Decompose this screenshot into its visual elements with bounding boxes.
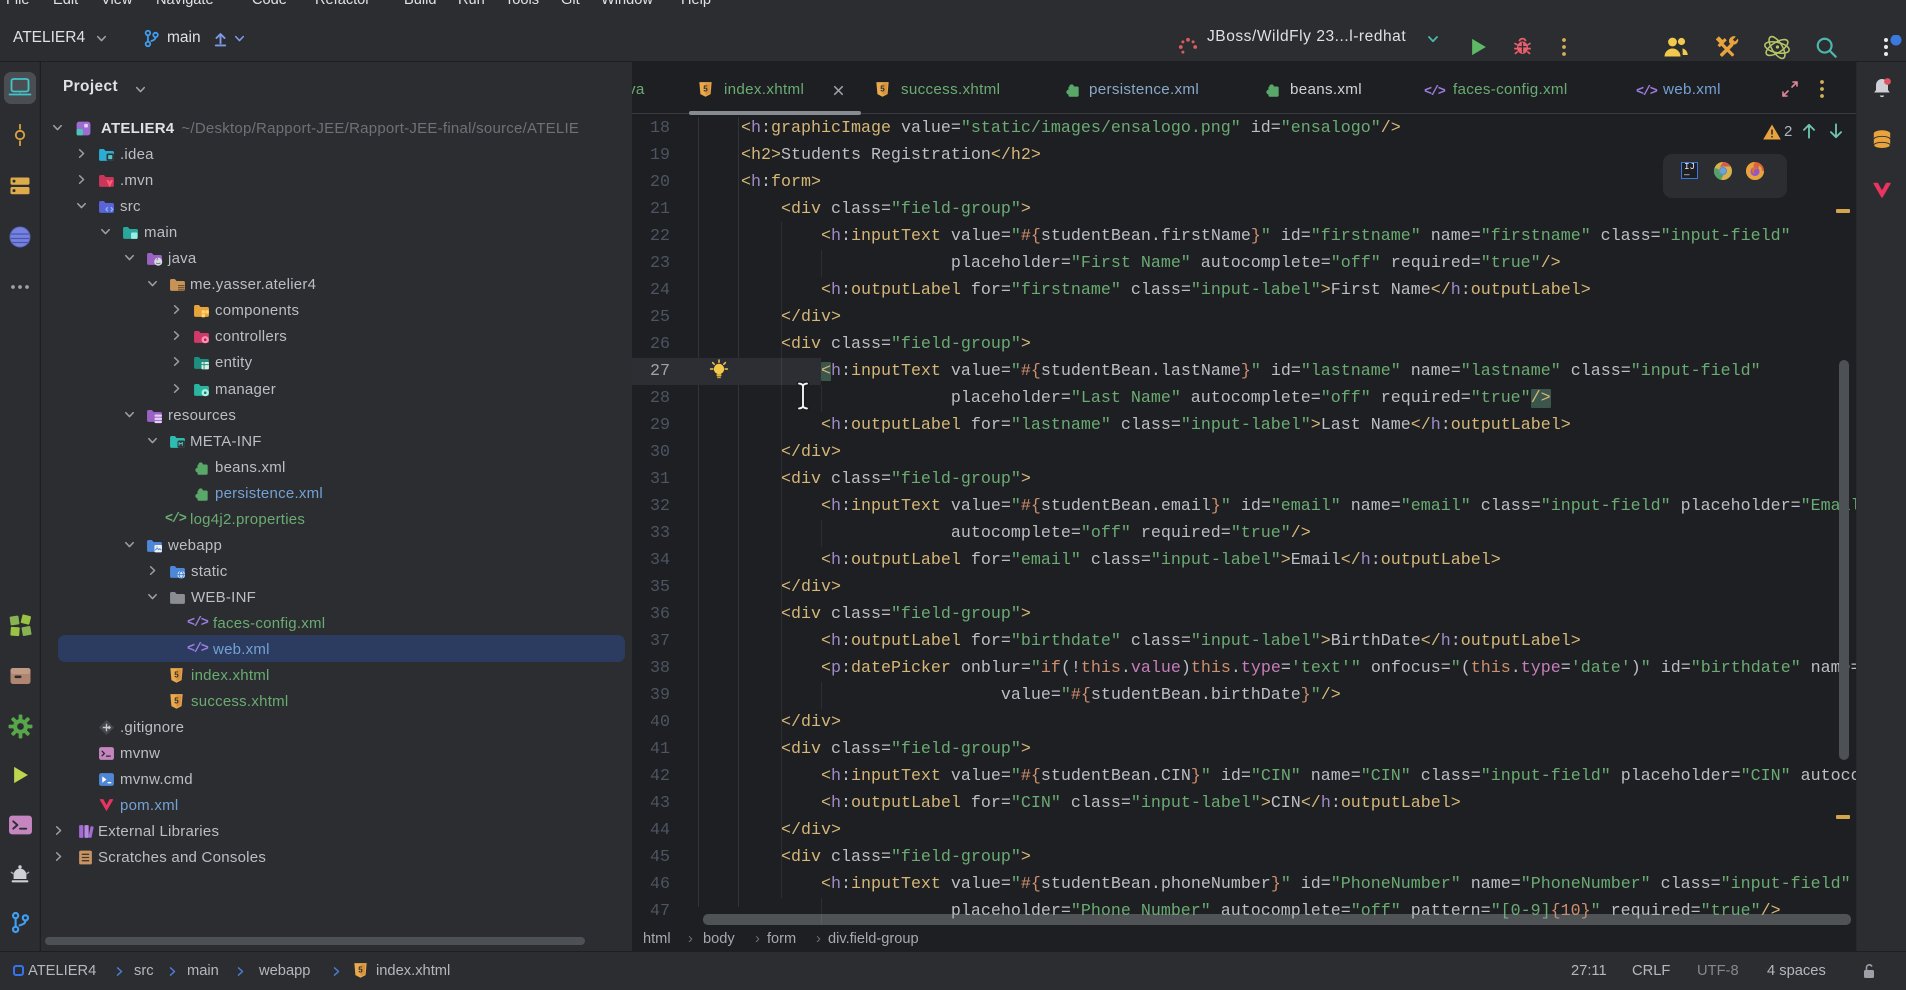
svg-text:5: 5 <box>174 670 179 679</box>
svg-text:5: 5 <box>703 84 708 93</box>
svg-text:5: 5 <box>174 696 179 705</box>
svg-text:5: 5 <box>880 84 885 93</box>
svg-text:5: 5 <box>358 965 363 974</box>
